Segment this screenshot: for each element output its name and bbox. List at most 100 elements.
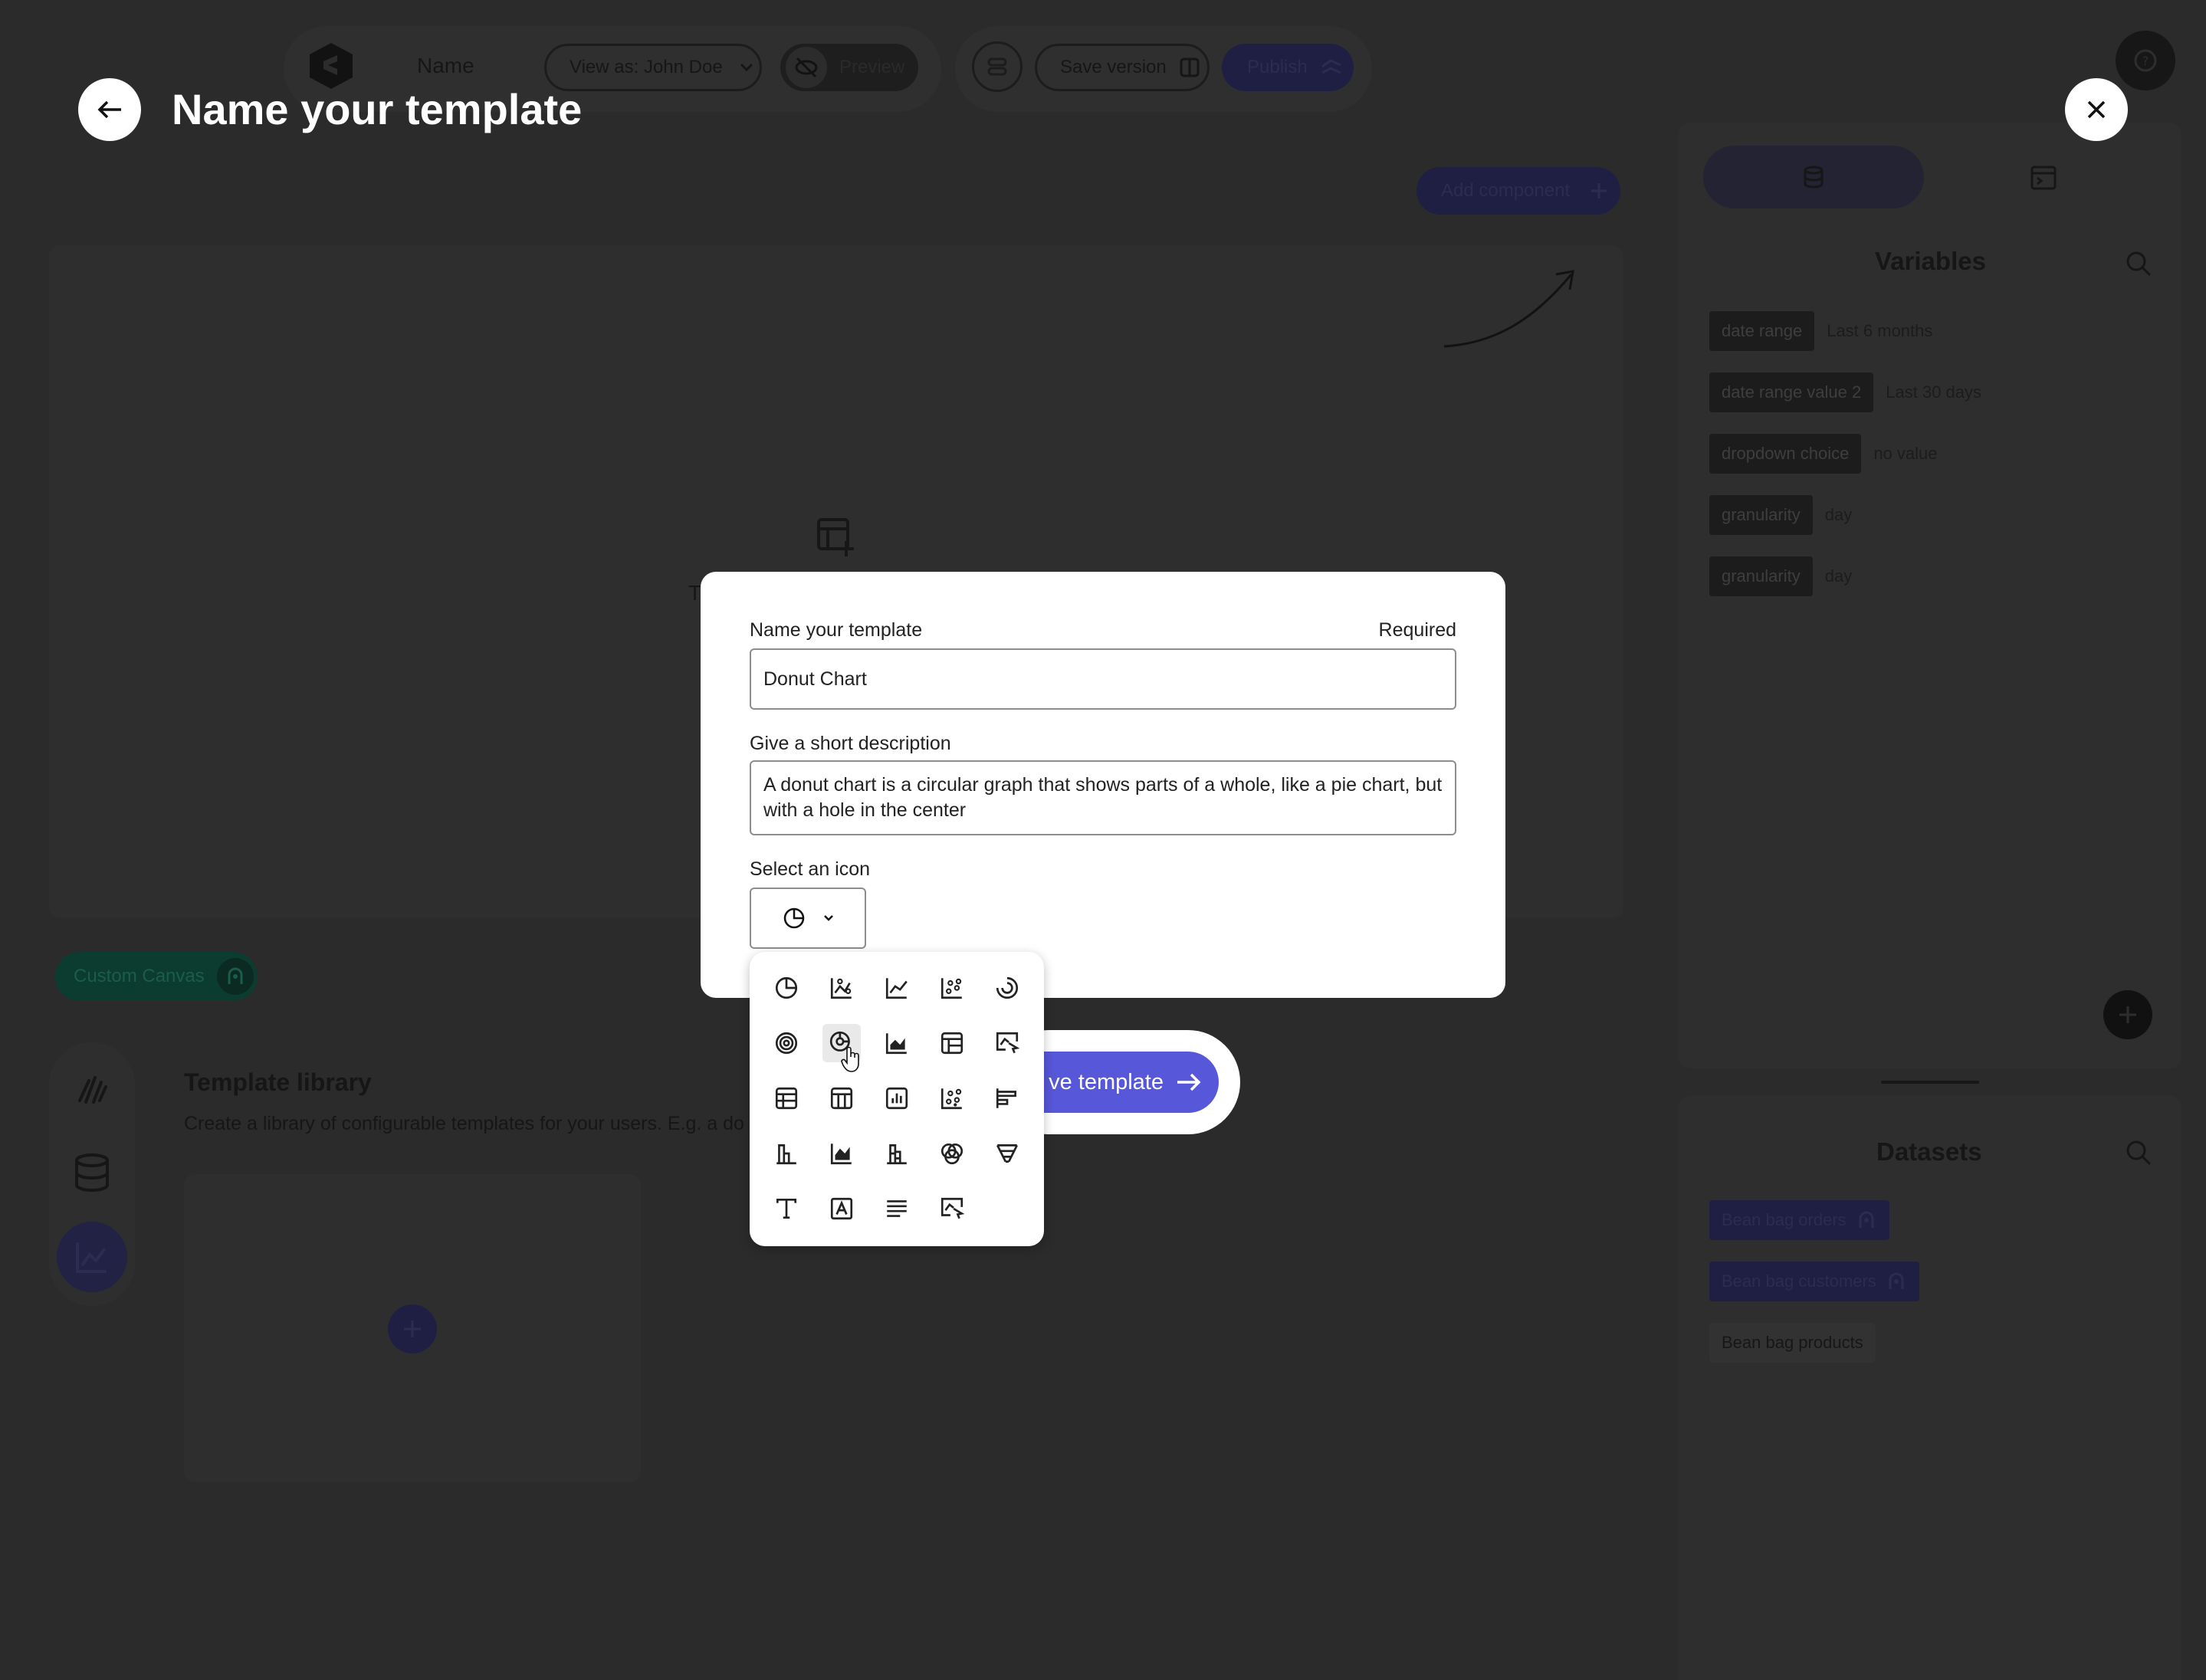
variable-name: date range value 2 bbox=[1709, 372, 1874, 412]
text-box-icon[interactable] bbox=[822, 1189, 861, 1228]
stacked-column-icon[interactable] bbox=[878, 1134, 916, 1173]
target-icon[interactable] bbox=[767, 1024, 806, 1062]
arrow-right-icon bbox=[1177, 1073, 1201, 1091]
variables-title: Variables bbox=[1875, 247, 1986, 275]
template-name-label[interactable]: Name bbox=[417, 54, 474, 78]
dataset-name: Bean bag orders bbox=[1722, 1210, 1847, 1229]
required-label: Required bbox=[1378, 619, 1456, 641]
variable-value: day bbox=[1824, 505, 1853, 524]
add-table-icon bbox=[814, 515, 857, 558]
database-icon[interactable] bbox=[69, 1150, 115, 1196]
icon-select-dropdown[interactable] bbox=[750, 888, 866, 949]
template-library-title: Template library bbox=[184, 1068, 372, 1096]
panel-tab-code[interactable] bbox=[2028, 162, 2059, 193]
dataset-chip[interactable]: Bean bag orders bbox=[1709, 1200, 1889, 1240]
template-library-description: Create a library of configurable templat… bbox=[184, 1113, 744, 1134]
add-component-button[interactable]: Add component bbox=[1417, 167, 1620, 215]
custom-canvas-chip[interactable]: Custom Canvas bbox=[55, 952, 258, 1001]
line-chart-nav-icon bbox=[76, 1242, 107, 1273]
name-template-modal: Name your template Required Donut Chart … bbox=[701, 572, 1505, 998]
pointer-chart-alt-icon[interactable] bbox=[933, 1189, 971, 1228]
back-button[interactable] bbox=[78, 78, 141, 141]
logo-icon bbox=[307, 41, 356, 90]
variable-name: date range bbox=[1709, 311, 1815, 351]
hand-cursor-icon bbox=[840, 1045, 863, 1073]
radial-icon[interactable] bbox=[988, 969, 1026, 1007]
arrow-left-icon bbox=[97, 100, 121, 119]
scatter-icon[interactable] bbox=[933, 969, 971, 1007]
dataset-link-icon bbox=[1859, 1211, 1874, 1228]
description-textarea[interactable]: A donut chart is a circular graph that s… bbox=[750, 760, 1456, 835]
datasets-title: Datasets bbox=[1876, 1137, 1982, 1166]
analytics-nav-item[interactable] bbox=[57, 1222, 127, 1292]
variable-value: day bbox=[1824, 566, 1853, 586]
icon-field-label: Select an icon bbox=[750, 858, 871, 880]
add-template-button[interactable] bbox=[388, 1304, 437, 1354]
custom-canvas-icon bbox=[216, 958, 254, 995]
add-component-label: Add component bbox=[1441, 180, 1571, 201]
panel-resize-handle[interactable] bbox=[1881, 1081, 1979, 1084]
datasets-panel bbox=[1679, 1096, 2181, 1680]
template-name-input[interactable]: Donut Chart bbox=[750, 648, 1456, 710]
description-value: A donut chart is a circular graph that s… bbox=[763, 774, 1443, 821]
dataset-name: Bean bag products bbox=[1722, 1333, 1863, 1352]
line-chart-icon[interactable] bbox=[878, 969, 916, 1007]
paragraph-icon[interactable] bbox=[878, 1189, 916, 1228]
bar-box-icon[interactable] bbox=[878, 1079, 916, 1117]
panel-icon bbox=[1179, 57, 1200, 78]
variable-row[interactable]: date range value 2 Last 30 days bbox=[1709, 372, 1981, 412]
column-chart-icon[interactable] bbox=[767, 1134, 806, 1173]
variable-row[interactable]: granularity day bbox=[1709, 495, 1852, 535]
custom-canvas-label: Custom Canvas bbox=[74, 966, 205, 986]
save-version-button[interactable]: Save version bbox=[1035, 44, 1210, 91]
dataset-chip[interactable]: Bean bag customers bbox=[1709, 1262, 1919, 1301]
save-template-label: ve template bbox=[1049, 1069, 1164, 1094]
venn-icon[interactable] bbox=[933, 1134, 971, 1173]
arrow-hint-icon bbox=[1441, 267, 1579, 351]
funnel-icon[interactable] bbox=[988, 1134, 1026, 1173]
publish-label: Publish bbox=[1247, 57, 1308, 77]
layout-toggle-icon[interactable] bbox=[972, 41, 1023, 92]
panel-tab-data[interactable] bbox=[1703, 146, 1924, 208]
pie-chart-icon[interactable] bbox=[767, 969, 806, 1007]
publish-button[interactable]: Publish bbox=[1222, 44, 1354, 91]
page-title: Name your template bbox=[172, 85, 583, 133]
horizontal-bar-icon[interactable] bbox=[988, 1079, 1026, 1117]
eye-off-icon bbox=[786, 47, 827, 88]
view-as-label: View as: John Doe bbox=[570, 57, 723, 77]
preview-label: Preview bbox=[839, 57, 905, 77]
area-line-points-icon[interactable] bbox=[822, 969, 861, 1007]
filled-area-icon[interactable] bbox=[822, 1134, 861, 1173]
database-icon bbox=[1804, 166, 1824, 189]
close-button[interactable] bbox=[2065, 78, 2128, 141]
variable-row[interactable]: granularity day bbox=[1709, 556, 1852, 596]
area-chart-icon[interactable] bbox=[878, 1024, 916, 1062]
chevron-down-icon bbox=[740, 63, 753, 72]
variable-row[interactable]: date range Last 6 months bbox=[1709, 311, 1932, 351]
help-icon[interactable]: ? bbox=[2116, 31, 2175, 90]
variables-search-icon[interactable] bbox=[2125, 250, 2152, 277]
publish-icon bbox=[1320, 57, 1343, 77]
hands-icon[interactable] bbox=[69, 1065, 115, 1111]
variable-value: Last 30 days bbox=[1886, 382, 1982, 402]
template-name-value: Donut Chart bbox=[763, 668, 867, 690]
variable-name: granularity bbox=[1709, 556, 1813, 596]
preview-button[interactable]: Preview bbox=[780, 44, 918, 91]
dataset-chip[interactable]: Bean bag products bbox=[1709, 1323, 1876, 1363]
table-alt-icon[interactable] bbox=[767, 1079, 806, 1117]
text-icon[interactable] bbox=[767, 1189, 806, 1228]
add-variable-button[interactable] bbox=[2103, 990, 2152, 1039]
variable-value: no value bbox=[1873, 444, 1938, 463]
pivot-table-icon[interactable] bbox=[822, 1079, 861, 1117]
scatter-box-icon[interactable] bbox=[933, 1079, 971, 1117]
table-icon[interactable] bbox=[933, 1024, 971, 1062]
icon-picker-popover bbox=[750, 952, 1044, 1246]
plus-icon bbox=[2119, 1006, 2136, 1023]
pointer-chart-icon[interactable] bbox=[988, 1024, 1026, 1062]
datasets-search-icon[interactable] bbox=[2125, 1139, 2152, 1166]
variable-row[interactable]: dropdown choice no value bbox=[1709, 434, 1938, 474]
close-icon bbox=[2087, 100, 2106, 119]
svg-text:?: ? bbox=[2142, 54, 2149, 68]
terminal-icon bbox=[2030, 166, 2057, 190]
variable-name: dropdown choice bbox=[1709, 434, 1862, 474]
